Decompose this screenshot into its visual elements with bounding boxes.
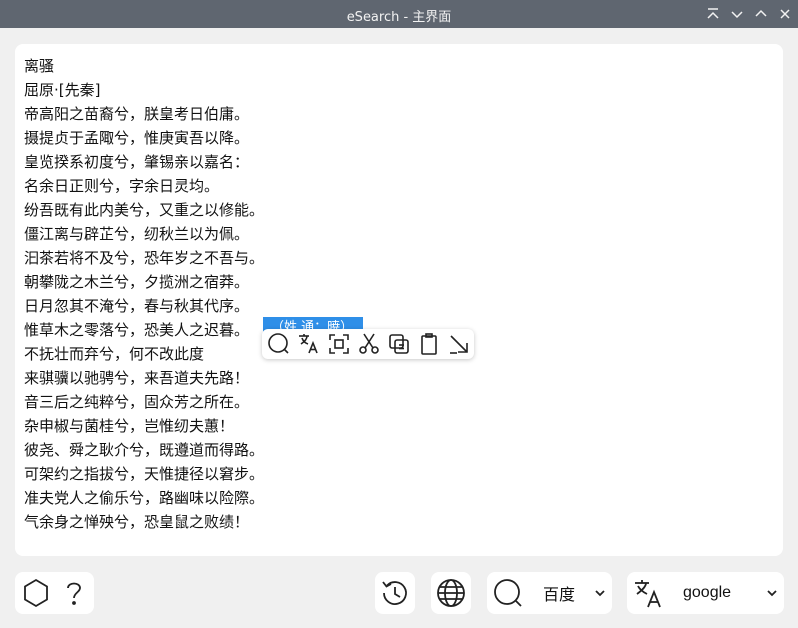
editor-text: 离骚 屈原·[先秦] 帝高阳之苗裔兮，朕皇考日伯庸。 摄提贞于孟陬兮，惟庚寅吾以… — [24, 54, 264, 534]
chevron-down-icon — [595, 590, 605, 597]
search-icon — [489, 574, 527, 612]
chevron-down-icon — [767, 590, 777, 597]
bottom-toolbar: 百度 google — [0, 560, 798, 628]
search-engine-select[interactable]: 百度 — [487, 572, 612, 614]
left-button-group — [15, 572, 94, 614]
minimize-icon[interactable] — [726, 4, 748, 24]
text-line: 摄提贞于孟陬兮，惟庚寅吾以降。 — [24, 129, 250, 147]
text-line: 杂申椒与菌桂兮，岂惟纫夫蕙！ — [24, 417, 235, 435]
text-line: 惟草木之零落兮，恐美人之迟暮。 — [24, 321, 250, 339]
translate-icon — [629, 574, 667, 612]
history-icon[interactable] — [375, 572, 415, 614]
window-top-icon[interactable] — [702, 4, 724, 24]
selection-toolbar — [262, 329, 474, 359]
text-line: 皇览揆系初度兮，肇锡亲以嘉名： — [24, 153, 250, 171]
text-line: 彼尧、舜之耿介兮，既遵道而得路。 — [24, 441, 265, 459]
text-line: 离骚 — [24, 57, 55, 75]
text-line: 汩茶若将不及兮，恐年岁之不吾与。 — [24, 249, 265, 267]
text-line: 音三后之纯粹兮，固众芳之所在。 — [24, 393, 250, 411]
title-bar: eSearch - 主界面 — [0, 0, 798, 28]
text-line: 可架约之指拔兮，天惟捷径以窘步。 — [24, 465, 265, 483]
search-icon[interactable] — [264, 329, 294, 359]
window-title: eSearch - 主界面 — [346, 10, 452, 25]
text-line: 不抚壮而弃兮，何不改此度 — [24, 345, 205, 363]
globe-icon[interactable] — [431, 572, 471, 614]
help-icon[interactable] — [55, 574, 93, 612]
text-line: 气余身之惮殃兮，恐皇鼠之败绩！ — [24, 513, 250, 531]
close-icon[interactable] — [774, 4, 796, 24]
text-line: 准夫党人之偷乐兮，路幽味以险際。 — [24, 489, 265, 507]
ocr-scan-icon[interactable] — [324, 329, 354, 359]
maximize-icon[interactable] — [750, 4, 772, 24]
delete-icon[interactable] — [444, 329, 474, 359]
hexagon-icon[interactable] — [17, 574, 55, 612]
text-line: 僵江离与辟芷兮，纫秋兰以为佩。 — [24, 225, 250, 243]
translate-engine-value: google — [683, 584, 732, 601]
text-line: 名余日正则兮，字余日灵均。 — [24, 177, 220, 195]
text-line: 朝攀陇之木兰兮，夕揽洲之宿莽。 — [24, 273, 250, 291]
copy-icon[interactable] — [384, 329, 414, 359]
cut-icon[interactable] — [354, 329, 384, 359]
text-line: 帝高阳之苗裔兮，朕皇考日伯庸。 — [24, 105, 250, 123]
paste-icon[interactable] — [414, 329, 444, 359]
text-line: 来骐骥以驰骋兮，来吾道夫先路！ — [24, 369, 250, 387]
text-line: 纷吾既有此内美兮，又重之以修能。 — [24, 201, 265, 219]
text-line: 日月忽其不淹兮，春与秋其代序。 — [24, 297, 250, 315]
search-engine-value: 百度 — [543, 585, 576, 604]
translate-icon[interactable] — [294, 329, 324, 359]
translate-engine-select[interactable]: google — [627, 572, 784, 614]
window-controls — [702, 4, 796, 24]
text-line: 屈原·[先秦] — [24, 81, 101, 99]
text-editor[interactable]: 离骚 屈原·[先秦] 帝高阳之苗裔兮，朕皇考日伯庸。 摄提贞于孟陬兮，惟庚寅吾以… — [15, 44, 783, 556]
